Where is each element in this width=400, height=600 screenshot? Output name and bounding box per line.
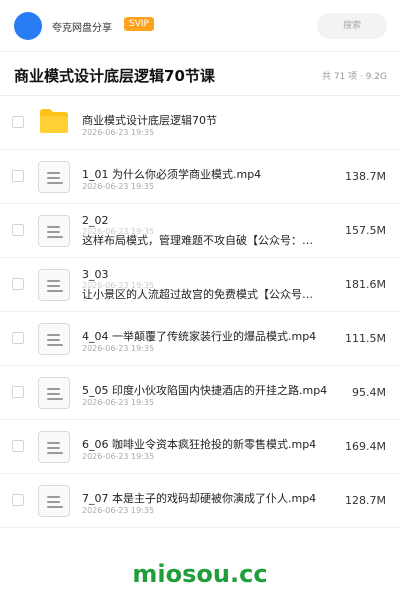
avatar[interactable]: [14, 12, 42, 40]
list-item[interactable]: 5_05 印度小伙攻陷国内快捷酒店的开挂之路.mp4 2026-06-23 19…: [0, 366, 400, 420]
file-list: 商业模式设计底层逻辑70节 2026-06-23 19:35 1_01 为什么你…: [0, 96, 400, 528]
item-name: 6_06 咖啡业令资本疯狂抢投的新零售模式.mp4: [82, 438, 317, 451]
item-name: 5_05 印度小伙攻陷国内快捷酒店的开挂之路.mp4: [82, 384, 327, 397]
item-name: 4_04 一举颠覆了传统家装行业的爆品模式.mp4: [82, 330, 317, 343]
video-file-icon: [38, 431, 70, 463]
search-input[interactable]: 搜索: [317, 13, 387, 39]
video-file-icon: [38, 485, 70, 517]
folder-icon: [40, 109, 68, 133]
app-header: 夸克网盘分享 SVIP 搜索: [0, 0, 400, 52]
item-size: 157.5M: [345, 224, 386, 237]
item-date: 2026-06-23 19:35: [82, 128, 155, 137]
item-name: 2_02: [82, 214, 109, 227]
video-file-icon: [38, 161, 70, 193]
item-name-continued: 这样布局模式，管理难题不攻自破【公众号：…: [82, 234, 313, 247]
item-size: 111.5M: [345, 332, 386, 345]
video-file-icon: [38, 323, 70, 355]
item-size: 128.7M: [345, 494, 386, 507]
title-bar: 商业模式设计底层逻辑70节课 共 71 项 · 9.2G: [0, 52, 400, 96]
item-size: 138.7M: [345, 170, 386, 183]
list-item[interactable]: 6_06 咖啡业令资本疯狂抢投的新零售模式.mp4 2026-06-23 19:…: [0, 420, 400, 474]
item-name: 商业模式设计底层逻辑70节: [82, 114, 217, 127]
list-item[interactable]: 商业模式设计底层逻辑70节 2026-06-23 19:35: [0, 96, 400, 150]
item-date: 2026-06-23 19:35: [82, 452, 155, 461]
select-checkbox[interactable]: [12, 116, 24, 128]
page-title: 商业模式设计底层逻辑70节课: [14, 67, 215, 85]
list-item[interactable]: 7_07 本是主子的戏码却硬被你演成了仆人.mp4 2026-06-23 19:…: [0, 474, 400, 528]
list-item[interactable]: 3_03 2026-06-23 19:35 让小景区的人流超过故宫的免费模式【公…: [0, 258, 400, 312]
item-name: 1_01 为什么你必须学商业模式.mp4: [82, 168, 262, 181]
item-size: 95.4M: [352, 386, 386, 399]
select-checkbox[interactable]: [12, 170, 24, 182]
video-file-icon: [38, 269, 70, 301]
video-file-icon: [38, 377, 70, 409]
select-checkbox[interactable]: [12, 494, 24, 506]
item-size: 181.6M: [345, 278, 386, 291]
item-name: 3_03: [82, 268, 109, 281]
item-date: 2026-06-23 19:35: [82, 506, 155, 515]
item-name: 7_07 本是主子的戏码却硬被你演成了仆人.mp4: [82, 492, 317, 505]
item-size: 169.4M: [345, 440, 386, 453]
video-file-icon: [38, 215, 70, 247]
list-item[interactable]: 4_04 一举颠覆了传统家装行业的爆品模式.mp4 2026-06-23 19:…: [0, 312, 400, 366]
item-name-continued: 让小景区的人流超过故宫的免费模式【公众号…: [82, 288, 313, 301]
site-watermark: miosou.cc: [132, 560, 268, 588]
item-count-meta: 共 71 项 · 9.2G: [321, 72, 387, 82]
select-checkbox[interactable]: [12, 332, 24, 344]
list-item[interactable]: 1_01 为什么你必须学商业模式.mp4 2026-06-23 19:35 13…: [0, 150, 400, 204]
select-checkbox[interactable]: [12, 440, 24, 452]
list-item[interactable]: 2_02 2026-06-23 19:35 这样布局模式，管理难题不攻自破【公众…: [0, 204, 400, 258]
share-owner-name: 夸克网盘分享: [52, 23, 112, 34]
item-date: 2026-06-23 19:35: [82, 398, 155, 407]
select-checkbox[interactable]: [12, 386, 24, 398]
svip-badge: SVIP: [124, 17, 154, 31]
select-checkbox[interactable]: [12, 224, 24, 236]
item-date: 2026-06-23 19:35: [82, 344, 155, 353]
item-date: 2026-06-23 19:35: [82, 182, 155, 191]
select-checkbox[interactable]: [12, 278, 24, 290]
